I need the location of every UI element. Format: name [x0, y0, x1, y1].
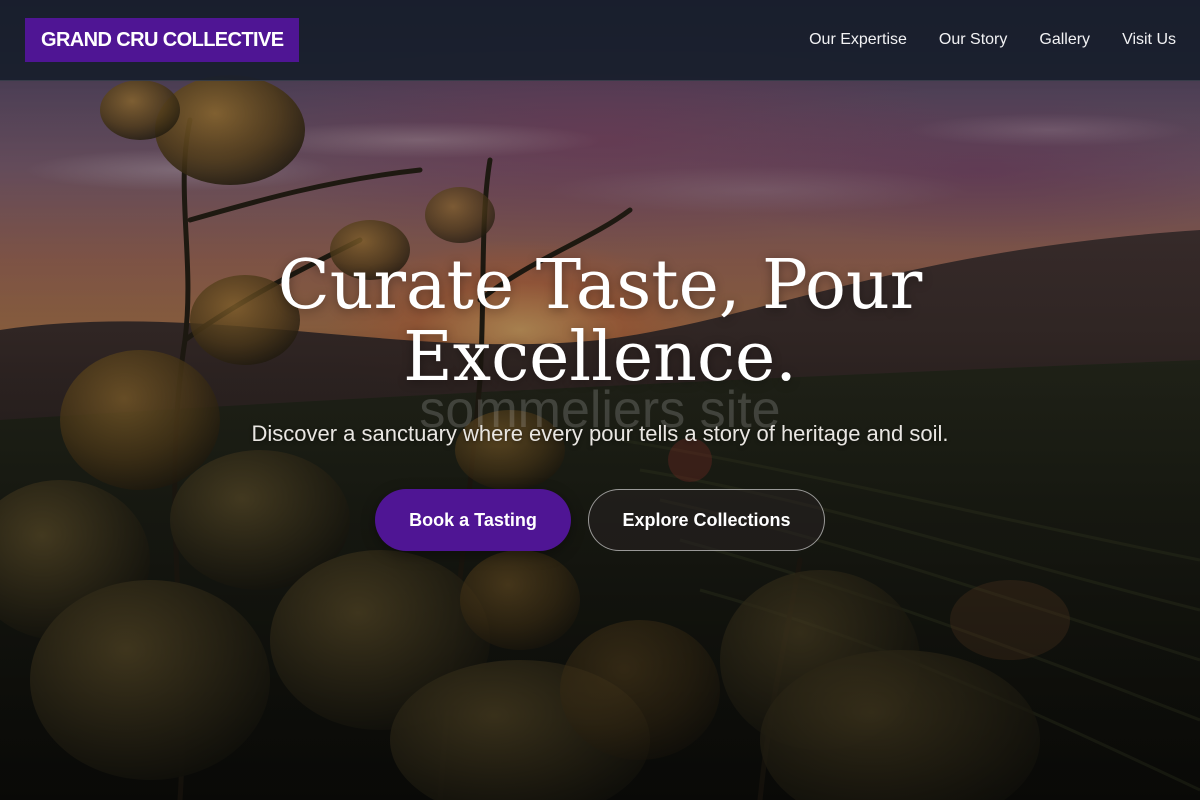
top-navbar: GRAND CRU COLLECTIVE Our Expertise Our S… — [0, 0, 1200, 81]
hero-subtitle: Discover a sanctuary where every pour te… — [251, 421, 949, 446]
book-tasting-button[interactable]: Book a Tasting — [375, 489, 571, 551]
nav-link-our-story[interactable]: Our Story — [939, 31, 1007, 49]
nav-link-gallery[interactable]: Gallery — [1039, 31, 1090, 49]
explore-collections-button[interactable]: Explore Collections — [588, 489, 825, 551]
nav-link-our-expertise[interactable]: Our Expertise — [809, 31, 907, 49]
hero-section: Curate Taste, Pour Excellence. sommelier… — [0, 0, 1200, 800]
nav-link-visit-us[interactable]: Visit Us — [1122, 31, 1176, 49]
nav-menu: Our Expertise Our Story Gallery Visit Us — [809, 31, 1176, 49]
brand-logo[interactable]: GRAND CRU COLLECTIVE — [25, 18, 300, 62]
hero-cta-group: Book a Tasting Explore Collections — [0, 489, 1200, 551]
hero-headline: Curate Taste, Pour Excellence. — [277, 246, 923, 397]
